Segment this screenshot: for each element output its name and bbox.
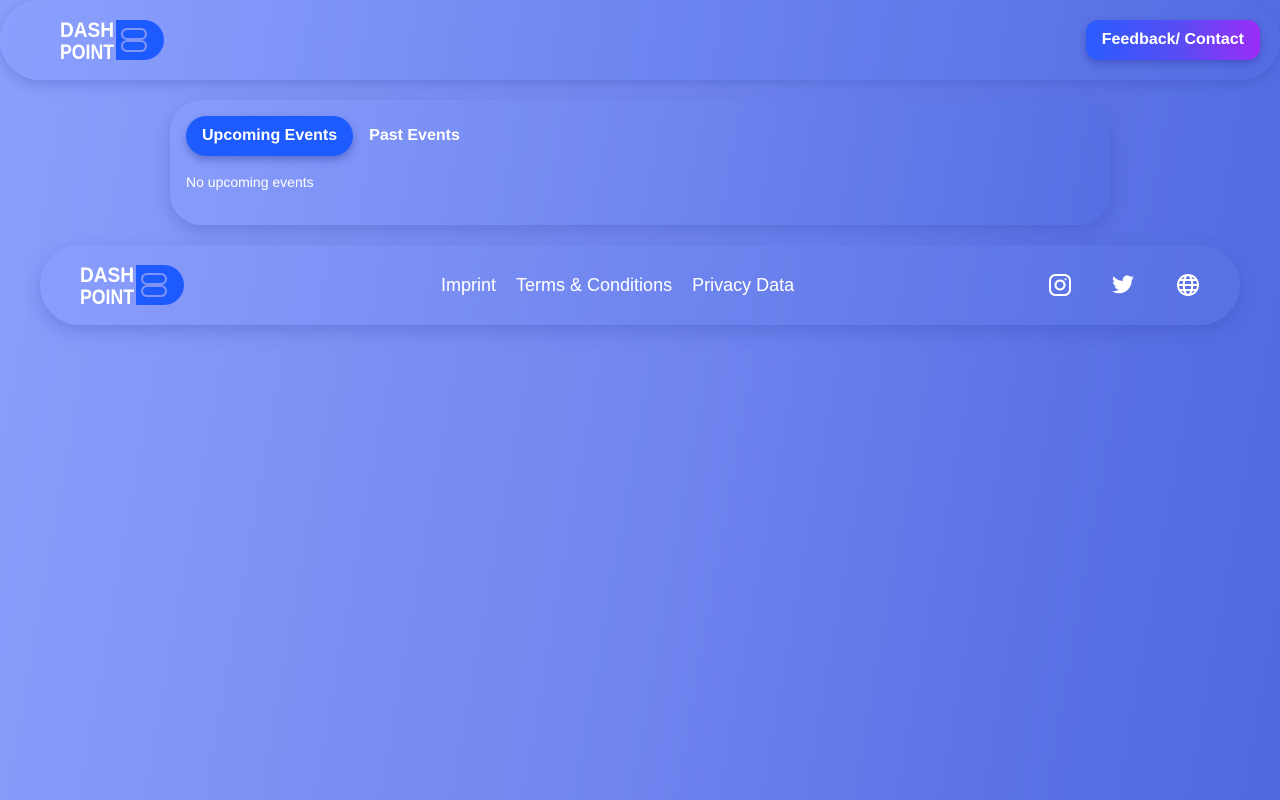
tab-upcoming-events[interactable]: Upcoming Events: [186, 116, 354, 156]
footer-link-terms[interactable]: Terms & Conditions: [516, 275, 672, 296]
footer-logo-line2: POINT: [80, 286, 134, 305]
logo-line2: POINT: [60, 41, 114, 60]
events-tabs: Upcoming Events Past Events: [186, 116, 476, 156]
footer: DASH POINT Imprint Terms & Conditions Pr…: [40, 245, 1240, 325]
twitter-icon[interactable]: [1110, 273, 1136, 297]
dashpoint-logo[interactable]: DASH POINT: [60, 20, 164, 60]
globe-icon[interactable]: [1176, 273, 1200, 297]
empty-events-message: No upcoming events: [186, 174, 314, 190]
feedback-contact-button[interactable]: Feedback/ Contact: [1085, 20, 1260, 60]
footer-link-imprint[interactable]: Imprint: [441, 275, 496, 296]
instagram-icon[interactable]: [1048, 273, 1072, 297]
footer-link-privacy[interactable]: Privacy Data: [692, 275, 794, 296]
footer-dashpoint-logo[interactable]: DASH POINT: [80, 265, 184, 305]
header: DASH POINT Feedback/ Contact: [0, 0, 1280, 80]
logo-line1: DASH: [60, 20, 114, 42]
tab-past-events[interactable]: Past Events: [353, 116, 476, 156]
events-card: Upcoming Events Past Events No upcoming …: [170, 100, 1110, 225]
footer-logo-line1: DASH: [80, 265, 134, 287]
footer-links: Imprint Terms & Conditions Privacy Data: [441, 245, 794, 325]
